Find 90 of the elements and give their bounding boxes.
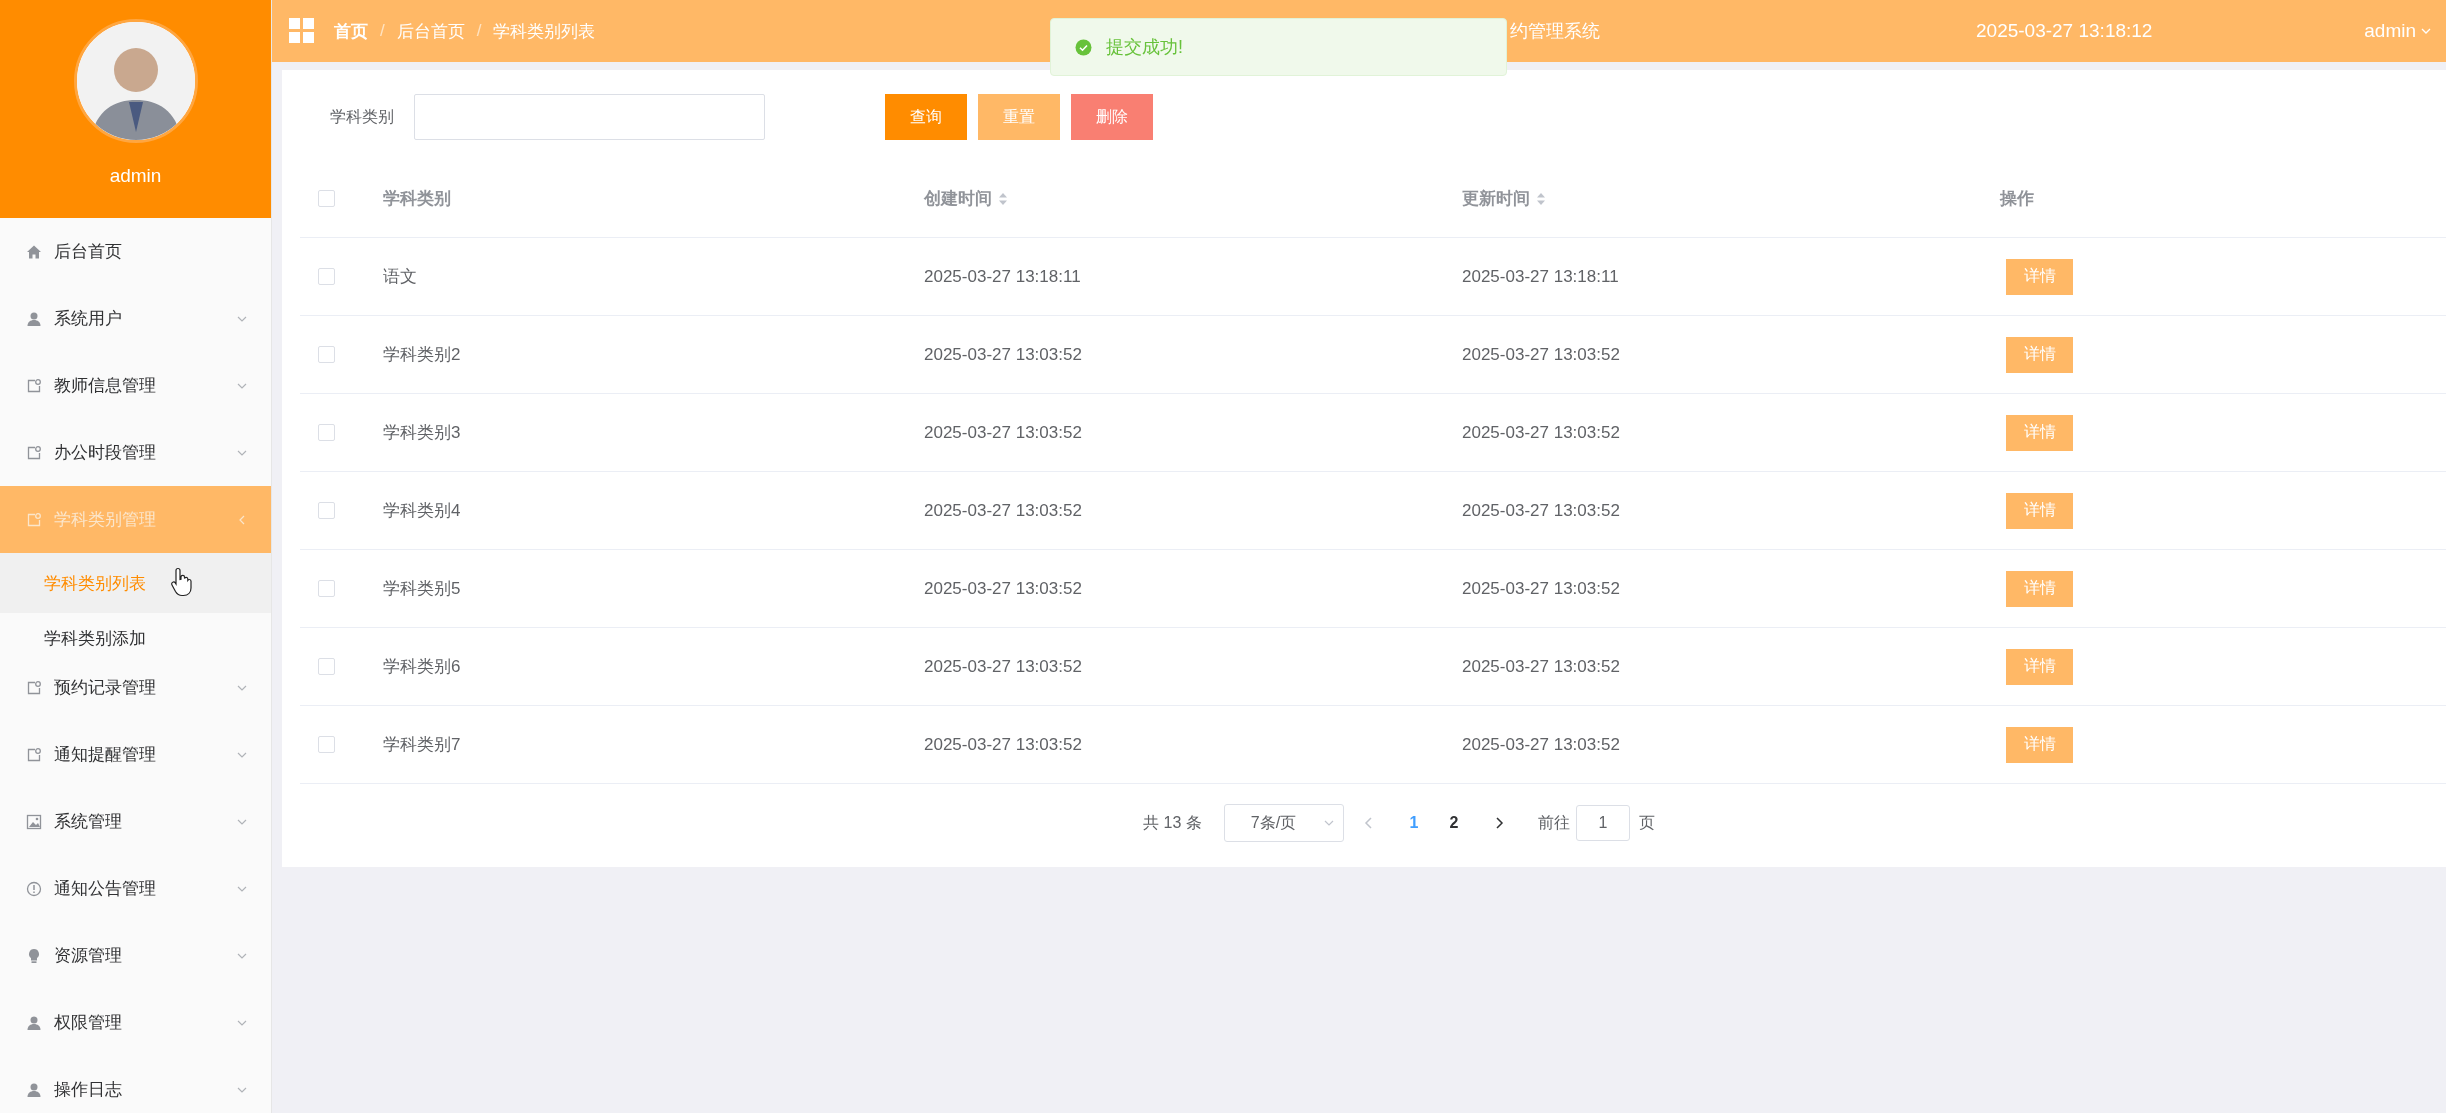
table-cell-text: 学科类别7 [383,734,461,756]
table-cell: 2025-03-27 13:18:11 [924,266,1081,287]
submenu-item[interactable]: 学科类别列表 [0,553,271,613]
sidebar-menu-item[interactable]: 操作日志 [0,1056,271,1113]
sidebar-menu-item[interactable]: 办公时段管理 [0,419,271,486]
page-suffix: 页 [1638,812,1655,833]
table-cell: 2025-03-27 13:03:52 [1462,734,1620,755]
breadcrumb-link[interactable]: 学科类别列表 [493,19,596,43]
check-circle-icon [1075,38,1092,56]
total-count: 共 13 条 [1143,812,1202,833]
sidebar-menu-item[interactable]: 系统管理 [0,788,271,855]
column-header: 操作 [2000,188,2034,210]
table-cell: 2025-03-27 13:03:52 [924,656,1082,677]
user-icon [26,310,42,327]
grid-icon[interactable] [288,17,316,45]
home-icon [26,243,42,260]
image-icon [26,813,42,830]
toast-message: 提交成功! [1106,36,1183,59]
checkbox[interactable] [318,658,335,675]
detail-button[interactable]: 详情 [2006,726,2073,763]
checkbox[interactable] [318,190,335,207]
table-cell: 2025-03-27 13:03:52 [1462,656,1620,677]
bulb-icon [26,947,42,964]
user-icon [26,1081,42,1098]
detail-button[interactable]: 详情 [2006,336,2073,373]
table-cell: 2025-03-27 13:03:52 [1462,422,1620,443]
document-icon [26,679,42,696]
table-cell-text: 学科类别4 [383,500,461,522]
document-icon [26,511,42,528]
sidebar-username: admin [109,165,162,187]
hand-cursor-icon [170,566,194,598]
action-button[interactable]: 重置 [978,94,1060,140]
checkbox[interactable] [318,268,335,285]
column-header[interactable]: 更新时间 [1462,187,1546,210]
table-cell: 2025-03-27 13:03:52 [924,422,1082,443]
user-menu[interactable]: admin [2364,20,2446,42]
page-number[interactable]: 2 [1441,814,1466,832]
table-cell: 2025-03-27 13:03:52 [1462,344,1620,365]
breadcrumb-link[interactable]: 后台首页 [396,19,465,43]
detail-button[interactable]: 详情 [2006,492,2073,529]
table-cell: 2025-03-27 13:03:52 [924,734,1082,755]
checkbox[interactable] [318,580,335,597]
table-cell: 2025-03-27 13:03:52 [924,578,1082,599]
page-size-select[interactable]: 7条/页 [1223,804,1344,842]
detail-button[interactable]: 详情 [2006,258,2073,295]
search-label: 学科类别 [330,106,394,127]
user-icon [26,1014,42,1031]
breadcrumb-link[interactable]: 首页 [334,19,368,43]
table-cell: 2025-03-27 13:18:11 [1462,266,1619,287]
page-input[interactable]: 1 [1575,805,1630,841]
checkbox[interactable] [318,502,335,519]
search-field[interactable] [414,94,765,140]
sidebar-menu-item[interactable]: 系统用户 [0,285,271,352]
sidebar-menu-item[interactable]: 通知公告管理 [0,855,271,922]
detail-button[interactable]: 详情 [2006,414,2073,451]
breadcrumb-separator: / [476,21,482,41]
table-cell: 2025-03-27 13:03:52 [924,500,1082,521]
submenu-item[interactable]: 学科类别添加 [0,613,271,654]
table-cell-text: 学科类别3 [383,422,461,444]
system-title: 约管理系统 [1510,20,1601,43]
sidebar-menu-item[interactable]: 资源管理 [0,922,271,989]
table-cell-text: 语文 [383,266,417,288]
sidebar-menu-item[interactable]: 后台首页 [0,218,271,285]
checkbox[interactable] [318,736,335,753]
page-number[interactable]: 1 [1401,814,1426,832]
alert-icon [26,880,42,897]
table-cell: 2025-03-27 13:03:52 [1462,500,1620,521]
detail-button[interactable]: 详情 [2006,648,2073,685]
checkbox[interactable] [318,346,335,363]
document-icon [26,377,42,394]
detail-button[interactable]: 详情 [2006,570,2073,607]
checkbox[interactable] [318,424,335,441]
document-icon [26,746,42,763]
sidebar-menu-item[interactable]: 权限管理 [0,989,271,1056]
breadcrumb-separator: / [380,21,385,41]
table-cell-text: 学科类别5 [383,578,461,600]
table-cell-text: 学科类别6 [383,656,461,678]
sidebar-menu-item[interactable]: 教师信息管理 [0,352,271,419]
action-button[interactable]: 删除 [1071,94,1153,140]
table-cell-text: 学科类别2 [383,344,461,366]
document-icon [26,444,42,461]
action-button[interactable]: 查询 [885,94,967,140]
sidebar-menu-item[interactable]: 预约记录管理 [0,654,271,721]
table-cell: 2025-03-27 13:03:52 [924,344,1082,365]
sidebar-menu-item[interactable]: 通知提醒管理 [0,721,271,788]
goto-label: 前往 [1537,812,1570,833]
date-time: 2025-03-27 13:18:12 [1976,20,2154,42]
table-cell: 2025-03-27 13:03:52 [1462,578,1620,599]
column-header[interactable]: 创建时间 [924,187,1008,210]
column-header: 学科类别 [383,188,451,210]
